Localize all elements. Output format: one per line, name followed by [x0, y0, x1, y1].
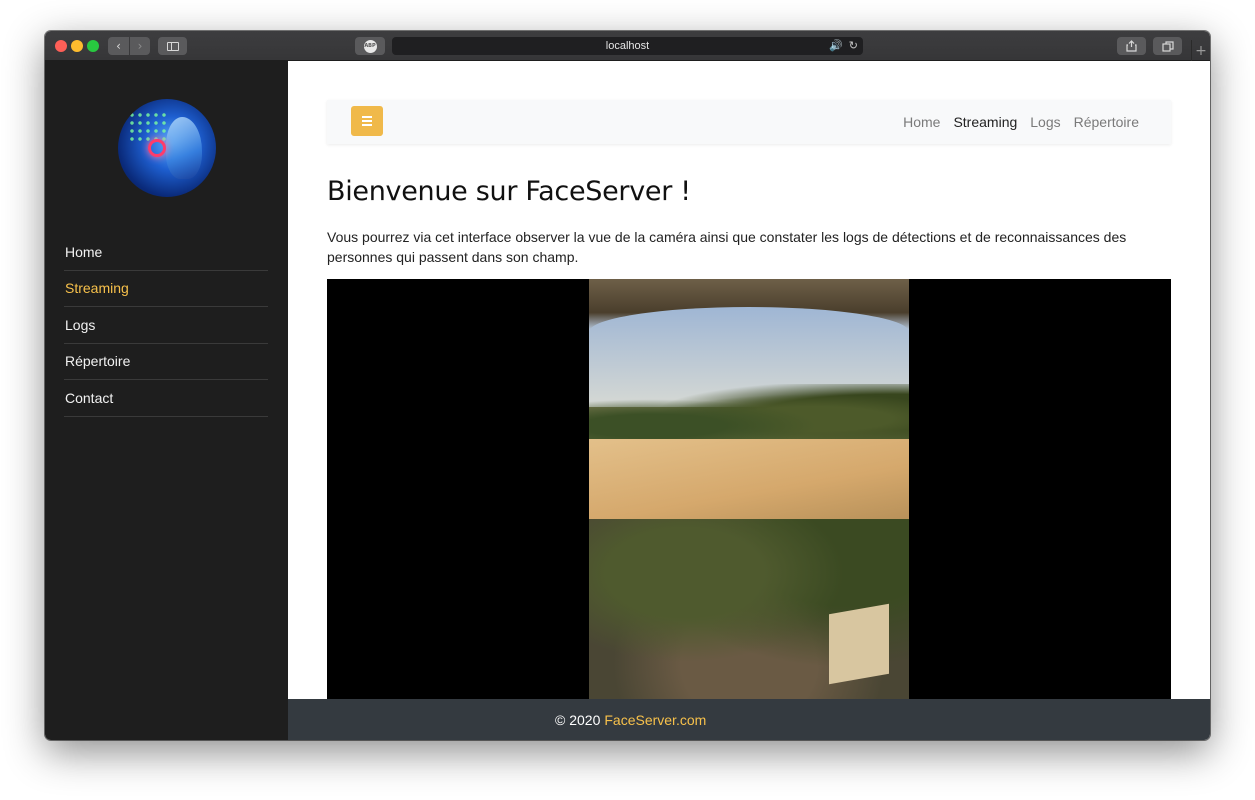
sidebar-item-home[interactable]: Home [64, 234, 268, 271]
top-navbar: Home Streaming Logs Répertoire [327, 100, 1171, 144]
sidebar-menu: Home Streaming Logs Répertoire Contact [64, 234, 268, 417]
hamburger-icon-line [362, 124, 372, 126]
back-button[interactable]: ‹ [108, 37, 129, 55]
nav-link-logs[interactable]: Logs [1030, 114, 1060, 130]
sidebar: Home Streaming Logs Répertoire Contact [45, 61, 288, 740]
chevron-right-icon: › [137, 39, 143, 53]
frame-stone-block [829, 603, 889, 685]
close-window-button[interactable] [55, 40, 67, 52]
speaker-icon[interactable]: 🔊 [829, 39, 843, 52]
url-text: localhost [605, 40, 650, 52]
nav-link-home[interactable]: Home [903, 114, 940, 130]
menu-toggle-button[interactable] [351, 106, 383, 136]
forward-button[interactable]: › [130, 37, 150, 55]
intro-text: Vous pourrez via cet interface observer … [327, 229, 1127, 265]
zoom-window-button[interactable] [87, 40, 99, 52]
camera-frame [589, 279, 909, 699]
logo-ring [148, 139, 166, 157]
new-tab-button[interactable]: + [1191, 40, 1210, 61]
sidebar-icon [166, 41, 179, 51]
tab-overview-button[interactable] [1153, 37, 1182, 55]
share-icon [1126, 40, 1137, 52]
faceserver-logo[interactable] [118, 99, 216, 197]
chevron-left-icon: ‹ [116, 39, 121, 53]
share-button[interactable] [1117, 37, 1146, 55]
sidebar-item-repertoire[interactable]: Répertoire [64, 344, 268, 380]
hamburger-icon-line [362, 120, 372, 122]
browser-window: ‹ › ABP localhost 🔊 ↻ + Home Streaming L… [45, 31, 1210, 740]
adblock-button[interactable]: ABP [355, 37, 385, 55]
browser-titlebar: ‹ › ABP localhost 🔊 ↻ + [45, 31, 1210, 61]
sidebar-item-logs[interactable]: Logs [64, 307, 268, 344]
page-title: Bienvenue sur FaceServer ! [327, 176, 691, 207]
sidebar-item-contact[interactable]: Contact [64, 380, 268, 417]
logo-face-silhouette [166, 117, 202, 179]
plus-icon: + [1195, 42, 1207, 59]
logo-circuit-pattern [128, 111, 168, 141]
camera-stream[interactable] [327, 279, 1171, 699]
sidebar-item-streaming[interactable]: Streaming [64, 271, 268, 307]
page-footer: © 2020 FaceServer.com [288, 699, 1210, 740]
tabs-icon [1161, 40, 1174, 52]
minimize-window-button[interactable] [71, 40, 83, 52]
sidebar-toggle-button[interactable] [158, 37, 187, 55]
nav-link-repertoire[interactable]: Répertoire [1074, 114, 1139, 130]
hamburger-icon-line [362, 116, 372, 118]
footer-copyright: © 2020 [555, 711, 601, 728]
top-nav-links: Home Streaming Logs Répertoire [903, 114, 1139, 130]
nav-link-streaming[interactable]: Streaming [953, 114, 1017, 130]
adblock-icon: ABP [363, 39, 377, 53]
address-bar[interactable]: localhost 🔊 ↻ [392, 37, 863, 55]
reload-icon[interactable]: ↻ [849, 39, 858, 52]
main-content: Home Streaming Logs Répertoire Bienvenue… [288, 61, 1210, 740]
footer-brand-link[interactable]: FaceServer.com [604, 712, 706, 728]
web-page: Home Streaming Logs Répertoire Contact H… [45, 61, 1210, 740]
